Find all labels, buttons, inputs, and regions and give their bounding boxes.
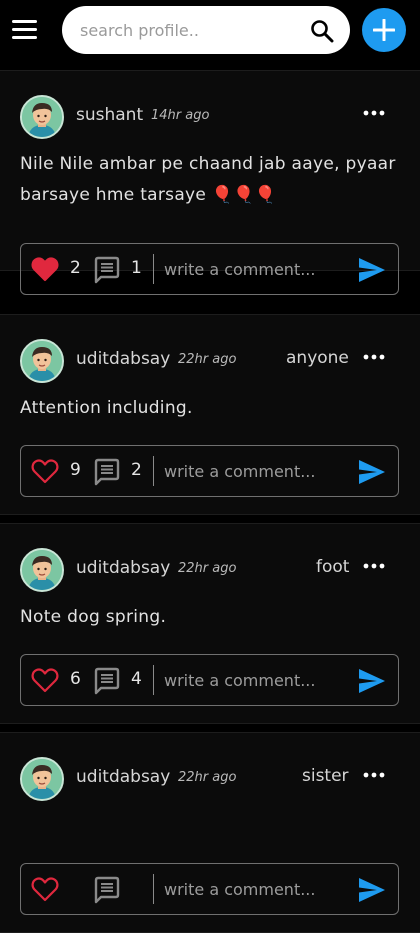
post-card: sushant 14hr ago Nile Nile ambar pe chaa… bbox=[0, 70, 420, 295]
send-icon[interactable] bbox=[358, 459, 386, 485]
comment-count: 4 bbox=[131, 669, 142, 689]
more-horizontal-icon[interactable] bbox=[362, 101, 386, 125]
username[interactable]: uditdabsay bbox=[76, 349, 170, 369]
like-count: 2 bbox=[70, 258, 81, 278]
more-horizontal-icon[interactable] bbox=[362, 345, 386, 369]
post-card: uditdabsay 22hr ago foot Note dog spring… bbox=[0, 523, 420, 724]
comment-count: 1 bbox=[131, 258, 142, 278]
post-card: uditdabsay 22hr ago sister bbox=[0, 732, 420, 933]
top-bar bbox=[0, 0, 420, 62]
heart-icon[interactable] bbox=[31, 458, 59, 484]
search-icon[interactable] bbox=[310, 19, 334, 43]
post-tag: sister bbox=[302, 766, 349, 786]
heart-icon[interactable] bbox=[31, 256, 59, 282]
post-actions bbox=[20, 863, 399, 915]
send-icon[interactable] bbox=[358, 668, 386, 694]
post-tag: anyone bbox=[286, 348, 349, 368]
post-time: 22hr ago bbox=[178, 561, 237, 576]
plus-icon bbox=[373, 19, 395, 41]
heart-icon[interactable] bbox=[31, 667, 59, 693]
divider bbox=[153, 874, 154, 904]
comment-input[interactable] bbox=[164, 456, 344, 486]
username[interactable]: uditdabsay bbox=[76, 767, 170, 787]
comment-count: 2 bbox=[131, 460, 142, 480]
more-horizontal-icon[interactable] bbox=[362, 554, 386, 578]
username[interactable]: sushant bbox=[76, 105, 143, 125]
hamburger-menu-icon[interactable] bbox=[12, 19, 38, 41]
comment-input[interactable] bbox=[164, 665, 344, 695]
post-text: Attention including. bbox=[20, 398, 193, 418]
comment-input[interactable] bbox=[164, 254, 344, 284]
like-count: 9 bbox=[70, 460, 81, 480]
divider bbox=[153, 254, 154, 284]
heart-icon[interactable] bbox=[31, 876, 59, 902]
username[interactable]: uditdabsay bbox=[76, 558, 170, 578]
comment-icon[interactable] bbox=[93, 667, 121, 695]
post-actions: 9 2 bbox=[20, 445, 399, 497]
post-time: 14hr ago bbox=[151, 108, 210, 123]
send-icon[interactable] bbox=[358, 257, 386, 283]
comment-icon[interactable] bbox=[93, 256, 121, 284]
send-icon[interactable] bbox=[358, 877, 386, 903]
search-input[interactable] bbox=[80, 16, 300, 44]
divider bbox=[153, 665, 154, 695]
avatar[interactable] bbox=[20, 95, 64, 139]
post-actions: 6 4 bbox=[20, 654, 399, 706]
post-text: Note dog spring. bbox=[20, 607, 167, 627]
search-box bbox=[62, 6, 350, 54]
add-post-button[interactable] bbox=[362, 8, 406, 52]
post-text: Nile Nile ambar pe chaand jab aaye, pyaa… bbox=[20, 154, 396, 205]
comment-icon[interactable] bbox=[93, 876, 121, 904]
post-actions: 2 1 bbox=[20, 243, 399, 295]
more-horizontal-icon[interactable] bbox=[362, 763, 386, 787]
like-count: 6 bbox=[70, 669, 81, 689]
post-tag: foot bbox=[316, 557, 350, 577]
avatar[interactable] bbox=[20, 757, 64, 801]
divider bbox=[153, 456, 154, 486]
avatar[interactable] bbox=[20, 548, 64, 592]
post-time: 22hr ago bbox=[178, 352, 237, 367]
post-card: uditdabsay 22hr ago anyone Attention inc… bbox=[0, 314, 420, 515]
post-time: 22hr ago bbox=[178, 770, 237, 785]
comment-input[interactable] bbox=[164, 874, 344, 904]
comment-icon[interactable] bbox=[93, 458, 121, 486]
avatar[interactable] bbox=[20, 339, 64, 383]
